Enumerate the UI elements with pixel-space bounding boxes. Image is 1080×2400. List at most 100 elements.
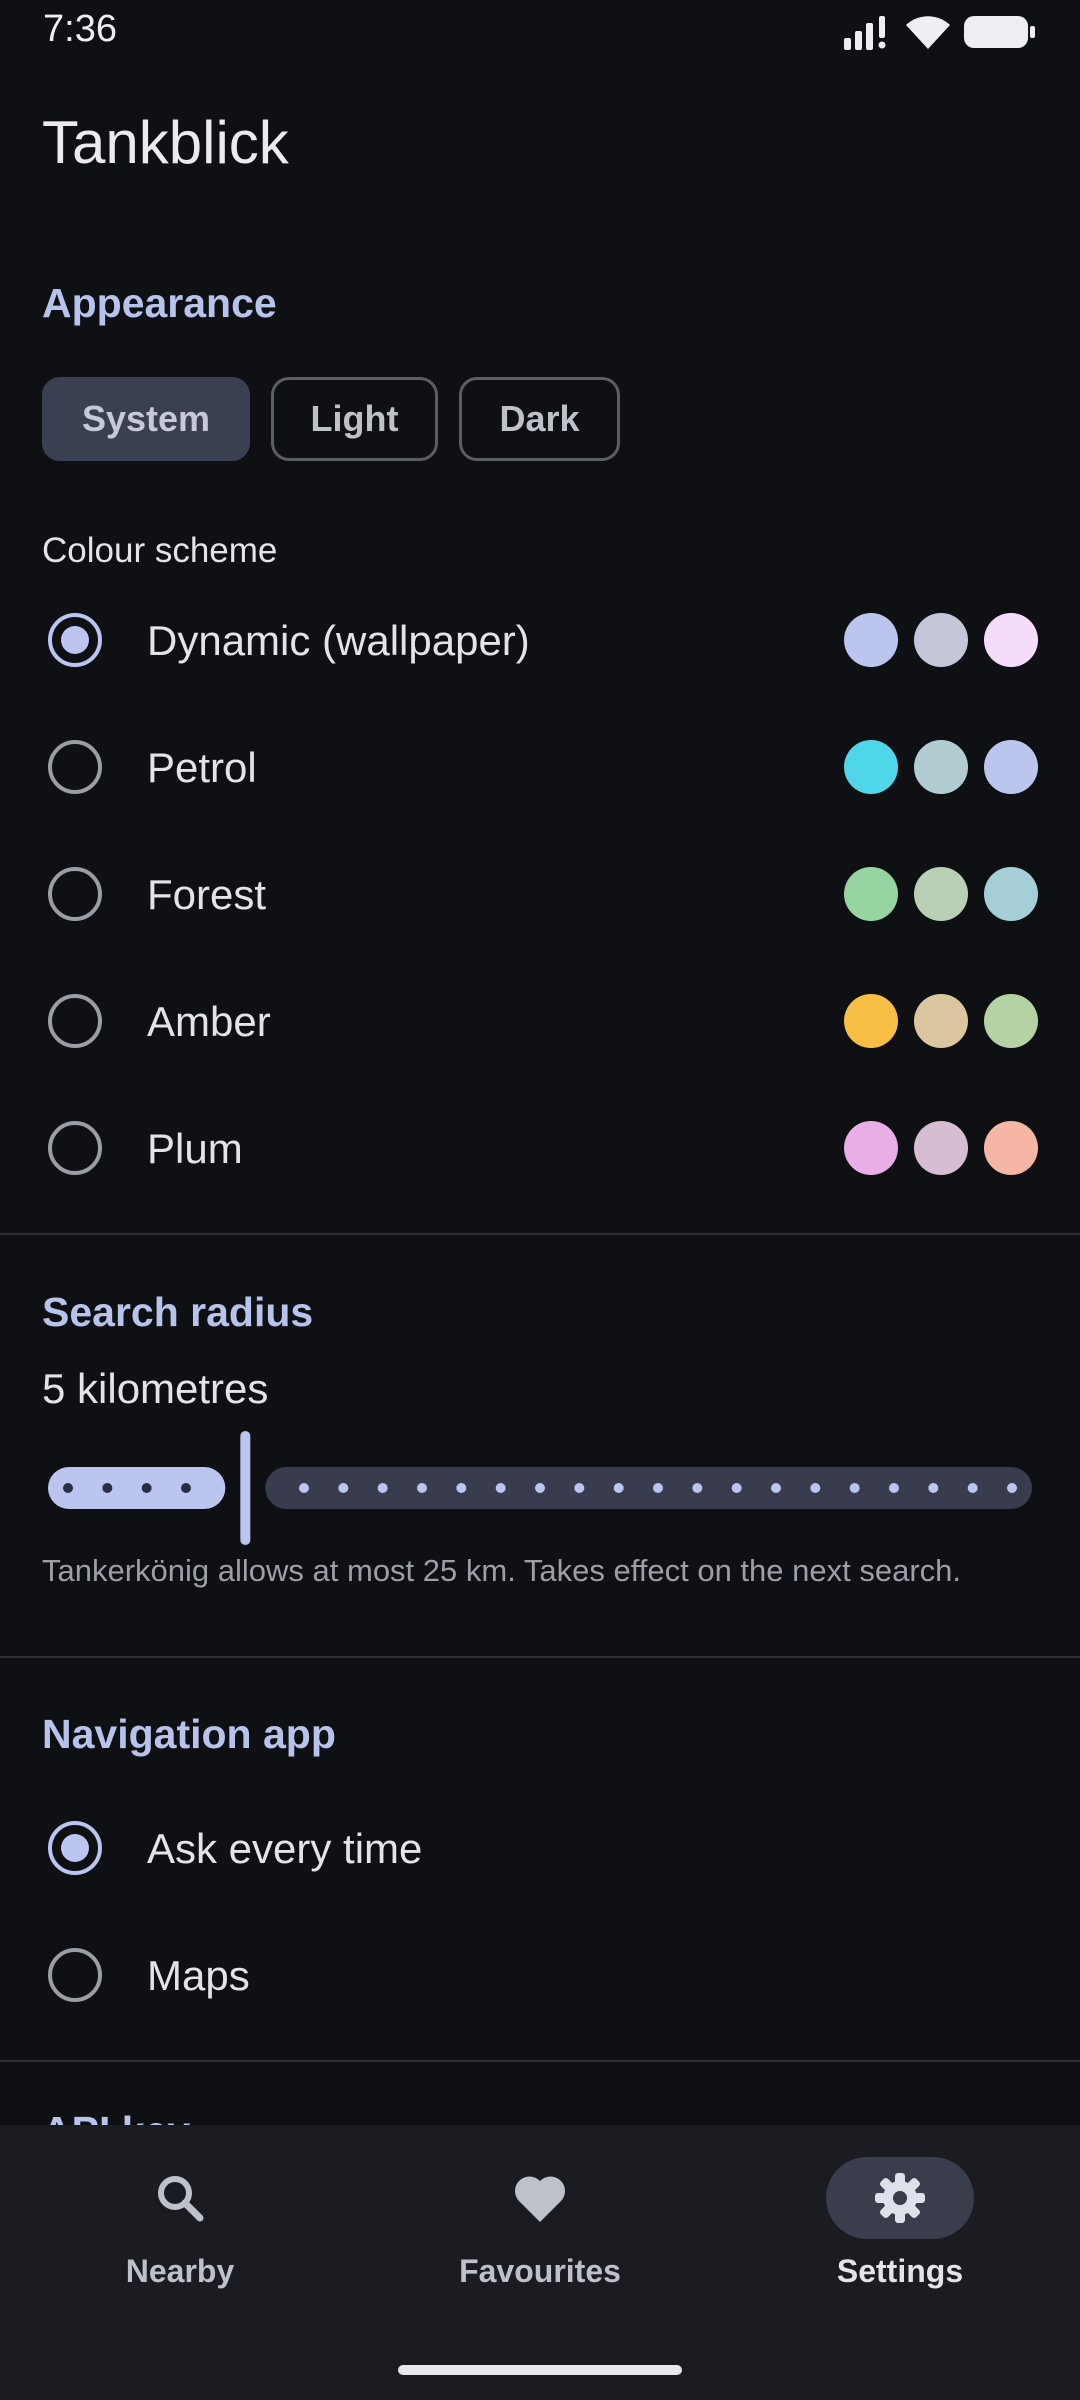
bottom-navigation-bar: Nearby Favourites Settings bbox=[0, 2125, 1080, 2400]
colour-swatch bbox=[914, 867, 968, 921]
colour-swatches bbox=[844, 613, 1038, 667]
radio-button[interactable] bbox=[48, 740, 102, 794]
slider-graphic[interactable] bbox=[42, 1425, 1038, 1545]
colour-scheme-option[interactable]: Plum bbox=[0, 1085, 1080, 1212]
colour-swatch bbox=[844, 994, 898, 1048]
status-icons bbox=[844, 12, 1036, 52]
slider-tick bbox=[1007, 1483, 1017, 1493]
nav-label: Favourites bbox=[459, 2253, 621, 2289]
slider-tick bbox=[731, 1483, 742, 1493]
nav-icon-container bbox=[826, 2157, 974, 2239]
slider-tick bbox=[495, 1483, 506, 1493]
colour-swatches bbox=[844, 1121, 1038, 1175]
slider-active-track bbox=[48, 1467, 226, 1509]
radio-button[interactable] bbox=[48, 613, 102, 667]
colour-swatch bbox=[844, 613, 898, 667]
colour-swatch bbox=[984, 740, 1038, 794]
slider-tick bbox=[967, 1483, 978, 1493]
colour-swatches bbox=[844, 740, 1038, 794]
theme-dark-button[interactable]: Dark bbox=[459, 377, 620, 461]
colour-scheme-label: Petrol bbox=[147, 744, 257, 791]
slider-tick bbox=[889, 1483, 899, 1493]
nav-label: Nearby bbox=[125, 2253, 235, 2289]
nav-option-label: Ask every time bbox=[147, 1825, 423, 1872]
radio-button[interactable] bbox=[48, 1948, 102, 2002]
divider bbox=[0, 1656, 1080, 1658]
slider-tick bbox=[692, 1483, 703, 1493]
colour-scheme-option[interactable]: Forest bbox=[0, 831, 1080, 958]
slider-tick bbox=[417, 1483, 427, 1493]
status-time: 7:36 bbox=[43, 8, 117, 50]
colour-swatch bbox=[914, 740, 968, 794]
slider-tick bbox=[574, 1483, 585, 1493]
section-title-appearance: Appearance bbox=[42, 280, 277, 326]
colour-swatch bbox=[844, 867, 898, 921]
section-title-search-radius: Search radius bbox=[42, 1289, 314, 1335]
wifi-icon bbox=[906, 16, 950, 49]
slider-tick bbox=[141, 1483, 152, 1493]
theme-system-button[interactable]: System bbox=[42, 377, 250, 461]
radius-slider[interactable] bbox=[42, 1425, 1038, 1545]
slider-tick bbox=[102, 1483, 113, 1493]
colour-scheme-option[interactable]: Dynamic (wallpaper) bbox=[0, 577, 1080, 704]
nav-icon-container bbox=[466, 2157, 614, 2239]
divider bbox=[0, 1233, 1080, 1235]
colour-swatch bbox=[914, 994, 968, 1048]
colour-scheme-label: Forest bbox=[147, 871, 267, 918]
nav-option-label: Maps bbox=[147, 1952, 250, 1999]
colour-scheme-label: Colour scheme bbox=[42, 531, 278, 570]
colour-swatch bbox=[914, 613, 968, 667]
search-icon bbox=[158, 2176, 204, 2222]
colour-scheme-option[interactable]: Petrol bbox=[0, 704, 1080, 831]
colour-scheme-label: Amber bbox=[147, 998, 271, 1045]
nav-tab-settings[interactable]: Settings bbox=[720, 2125, 1080, 2335]
nav-label: Settings bbox=[836, 2253, 964, 2289]
slider-tick bbox=[771, 1483, 781, 1493]
colour-scheme-option[interactable]: Amber bbox=[0, 958, 1080, 1085]
battery-icon bbox=[964, 16, 1035, 48]
colour-swatch bbox=[984, 1121, 1038, 1175]
slider-tick bbox=[928, 1483, 939, 1493]
slider-tick bbox=[810, 1483, 821, 1493]
radio-button[interactable] bbox=[48, 1121, 102, 1175]
colour-scheme-label: Plum bbox=[147, 1125, 243, 1172]
slider-tick bbox=[377, 1483, 388, 1493]
colour-scheme-label: Dynamic (wallpaper) bbox=[147, 617, 530, 664]
nav-icon-container bbox=[106, 2157, 254, 2239]
radius-value-label: 5 kilometres bbox=[42, 1365, 269, 1412]
nav-tab-nearby[interactable]: Nearby bbox=[0, 2125, 360, 2335]
colour-swatch bbox=[914, 1121, 968, 1175]
heart-icon bbox=[515, 2176, 565, 2222]
colour-swatch bbox=[984, 613, 1038, 667]
section-title-navigation-app: Navigation app bbox=[42, 1711, 336, 1757]
slider-tick bbox=[653, 1483, 663, 1493]
nav-tab-favourites[interactable]: Favourites bbox=[360, 2125, 720, 2335]
theme-light-button[interactable]: Light bbox=[271, 377, 438, 461]
colour-swatches bbox=[844, 994, 1038, 1048]
slider-tick bbox=[535, 1483, 545, 1493]
radio-button[interactable] bbox=[48, 1821, 102, 1875]
colour-swatches bbox=[844, 867, 1038, 921]
home-indicator bbox=[398, 2365, 682, 2375]
colour-swatch bbox=[984, 867, 1038, 921]
page-title: Tankblick bbox=[42, 109, 289, 176]
slider-thumb bbox=[240, 1431, 251, 1545]
colour-swatch bbox=[844, 740, 898, 794]
slider-tick bbox=[63, 1483, 73, 1493]
slider-tick bbox=[299, 1483, 309, 1493]
radio-button[interactable] bbox=[48, 867, 102, 921]
radio-button[interactable] bbox=[48, 994, 102, 1048]
nav-option-ask-every-time[interactable]: Ask every time bbox=[0, 1785, 1080, 1912]
slider-tick bbox=[456, 1483, 467, 1493]
slider-tick bbox=[181, 1483, 191, 1493]
signal-icon bbox=[844, 16, 886, 50]
nav-option-maps[interactable]: Maps bbox=[0, 1912, 1080, 2039]
gear-icon bbox=[875, 2173, 925, 2223]
slider-tick bbox=[338, 1483, 349, 1493]
slider-tick bbox=[613, 1483, 624, 1493]
radius-hint: Tankerkönig allows at most 25 km. Takes … bbox=[42, 1553, 961, 1588]
divider bbox=[0, 2060, 1080, 2062]
slider-tick bbox=[849, 1483, 860, 1493]
colour-swatch bbox=[844, 1121, 898, 1175]
colour-swatch bbox=[984, 994, 1038, 1048]
